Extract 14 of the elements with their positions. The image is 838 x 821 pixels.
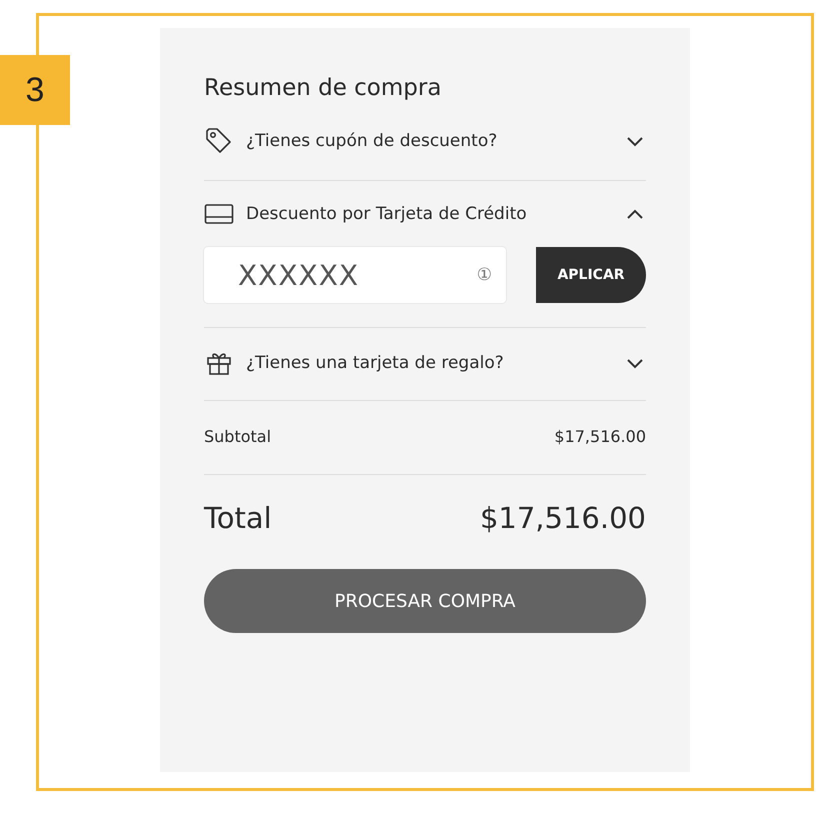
total-amount: $17,516.00 [480,501,646,535]
subtotal-amount: $17,516.00 [554,427,646,446]
submit-button[interactable]: PROCESAR COMPRA [204,569,646,633]
section-label[interactable]: ¿Tienes cupón de descuento? [246,131,612,151]
info-icon[interactable]: ① [476,265,492,285]
step-badge: 3 [0,55,70,125]
subtotal-label: Subtotal [204,427,272,446]
summary-title: Resumen de compra [204,74,442,103]
card-icon [204,203,234,225]
apply-button[interactable]: APLICAR [536,247,646,303]
card-number-field[interactable]: XXXXXX ① [204,247,506,303]
section-label[interactable]: Descuento por Tarjeta de Crédito [246,204,612,224]
section-label[interactable]: ¿Tienes una tarjeta de regalo? [246,353,612,373]
total-label: Total [204,501,272,535]
